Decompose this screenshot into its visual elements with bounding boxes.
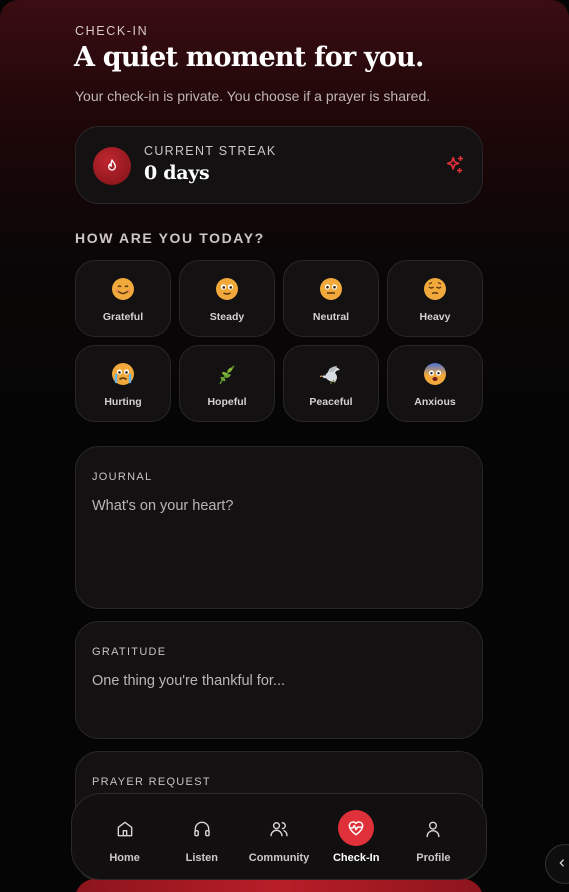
mood-hopeful[interactable]: Hopeful <box>179 345 275 422</box>
mood-neutral[interactable]: Neutral <box>283 260 379 337</box>
mood-anxious[interactable]: Anxious <box>387 345 483 422</box>
user-icon <box>416 812 450 846</box>
mood-label: Neutral <box>312 311 350 323</box>
submit-checkin-button[interactable] <box>75 879 483 892</box>
tab-home[interactable]: Home <box>86 794 163 864</box>
home-icon <box>108 812 142 846</box>
headphones-icon <box>185 812 219 846</box>
page-eyebrow: CHECK-IN <box>75 24 149 38</box>
mood-label: Hopeful <box>207 396 247 408</box>
page-title: A quiet moment for you. <box>74 42 424 73</box>
tab-label: Check-In <box>332 852 380 864</box>
mood-heavy[interactable]: Heavy <box>387 260 483 337</box>
gratitude-label: GRATITUDE <box>92 646 167 658</box>
bottom-tab-bar: Home Listen Community Check-In Profile <box>71 793 487 880</box>
gratitude-field[interactable]: GRATITUDE One thing you're thankful for.… <box>75 621 483 739</box>
heart-pulse-icon <box>338 810 375 846</box>
mood-hurting[interactable]: Hurting <box>75 345 171 422</box>
smiling-face-icon <box>110 276 136 302</box>
mood-label: Hurting <box>104 396 142 408</box>
mood-label: Anxious <box>414 396 456 408</box>
journal-field[interactable]: JOURNAL What's on your heart? <box>75 446 483 609</box>
sparkles-icon[interactable] <box>444 154 466 181</box>
mood-peaceful[interactable]: Peaceful <box>283 345 379 422</box>
crying-face-icon <box>110 361 136 387</box>
mood-grateful[interactable]: Grateful <box>75 260 171 337</box>
journal-placeholder: What's on your heart? <box>92 498 234 514</box>
journal-label: JOURNAL <box>92 471 153 483</box>
mood-steady[interactable]: Steady <box>179 260 275 337</box>
pensive-face-icon <box>422 276 448 302</box>
herb-icon <box>214 361 240 387</box>
mood-label: Grateful <box>102 311 144 323</box>
tab-listen[interactable]: Listen <box>163 794 240 864</box>
tab-profile[interactable]: Profile <box>395 794 472 864</box>
tab-community[interactable]: Community <box>240 794 317 864</box>
mood-label: Heavy <box>419 311 451 323</box>
tab-label: Listen <box>185 852 218 864</box>
prayer-request-label: PRAYER REQUEST <box>92 776 211 788</box>
page-subtitle: Your check-in is private. You choose if … <box>75 88 431 104</box>
mood-label: Steady <box>209 311 245 323</box>
mood-label: Peaceful <box>309 396 353 408</box>
tab-check-in[interactable]: Check-In <box>318 794 395 864</box>
neutral-face-icon <box>318 276 344 302</box>
streak-label: CURRENT STREAK <box>144 144 277 158</box>
flame-icon <box>93 147 131 185</box>
anxious-face-icon <box>422 361 448 387</box>
calm-face-icon <box>214 276 240 302</box>
tab-label: Profile <box>416 852 451 864</box>
gratitude-placeholder: One thing you're thankful for... <box>92 673 285 689</box>
streak-value: 0 days <box>144 162 210 184</box>
tab-label: Home <box>109 852 140 864</box>
tab-label: Community <box>248 852 310 864</box>
dove-icon <box>318 361 344 387</box>
mood-heading: HOW ARE YOU TODAY? <box>75 230 265 246</box>
users-icon <box>262 812 296 846</box>
app-screen: CHECK-IN A quiet moment for you. Your ch… <box>0 0 569 892</box>
streak-card: CURRENT STREAK 0 days <box>75 126 483 204</box>
chevron-left-icon <box>557 855 567 873</box>
